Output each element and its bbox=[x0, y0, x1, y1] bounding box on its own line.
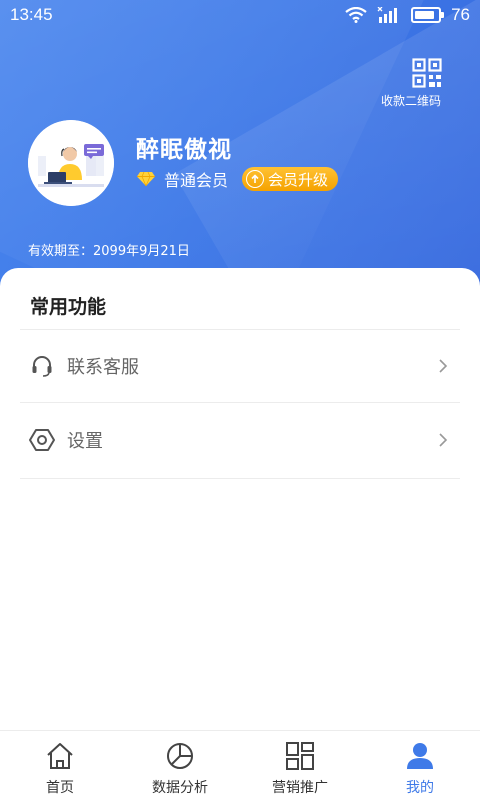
diamond-icon bbox=[137, 171, 155, 187]
tab-label: 首页 bbox=[46, 780, 74, 796]
bottom-tab-bar: 首页 数据分析 营销推广 我的 bbox=[0, 730, 480, 800]
section-title: 常用功能 bbox=[30, 296, 107, 318]
arrow-up-circle-icon bbox=[246, 170, 265, 188]
headset-icon bbox=[29, 353, 55, 379]
battery-level: 76 bbox=[451, 5, 470, 24]
signal-icon bbox=[377, 7, 398, 23]
tab-label: 营销推广 bbox=[272, 780, 328, 796]
avatar-illustration bbox=[28, 120, 114, 206]
member-row: 普通会员 会员升级 bbox=[136, 167, 339, 191]
list-item-settings[interactable]: 设置 bbox=[20, 404, 460, 476]
tab-data-analysis[interactable]: 数据分析 bbox=[120, 731, 240, 800]
tab-label: 我的 bbox=[406, 780, 434, 796]
divider bbox=[20, 402, 460, 403]
home-icon bbox=[44, 740, 76, 772]
tab-label: 数据分析 bbox=[152, 780, 208, 796]
list-item-label: 设置 bbox=[67, 431, 103, 452]
qr-code-icon[interactable] bbox=[412, 58, 442, 88]
avatar[interactable] bbox=[28, 120, 114, 206]
status-bar: 13:45 76 bbox=[0, 0, 480, 30]
list-item-label: 联系客服 bbox=[67, 357, 139, 378]
status-time: 13:45 bbox=[10, 5, 53, 24]
wifi-icon bbox=[345, 7, 367, 23]
settings-icon bbox=[29, 427, 55, 453]
upgrade-label: 会员升级 bbox=[268, 170, 329, 189]
user-icon bbox=[404, 740, 436, 772]
expiry-date: 有效期至：2099年9月21日 bbox=[28, 244, 190, 259]
chevron-right-icon bbox=[439, 433, 448, 447]
chevron-right-icon bbox=[439, 359, 448, 373]
qr-code-label[interactable]: 收款二维码 bbox=[381, 92, 441, 109]
list-item-customer-service[interactable]: 联系客服 bbox=[20, 330, 460, 402]
battery-icon bbox=[411, 7, 445, 23]
username: 醉眠傲视 bbox=[136, 137, 232, 163]
layout-icon bbox=[284, 740, 316, 772]
upgrade-button[interactable]: 会员升级 bbox=[242, 167, 339, 191]
tab-mine[interactable]: 我的 bbox=[360, 731, 480, 800]
member-level: 普通会员 bbox=[164, 171, 229, 190]
pie-chart-icon bbox=[164, 740, 196, 772]
tab-marketing[interactable]: 营销推广 bbox=[240, 731, 360, 800]
tab-home[interactable]: 首页 bbox=[0, 731, 120, 800]
divider bbox=[20, 478, 460, 479]
